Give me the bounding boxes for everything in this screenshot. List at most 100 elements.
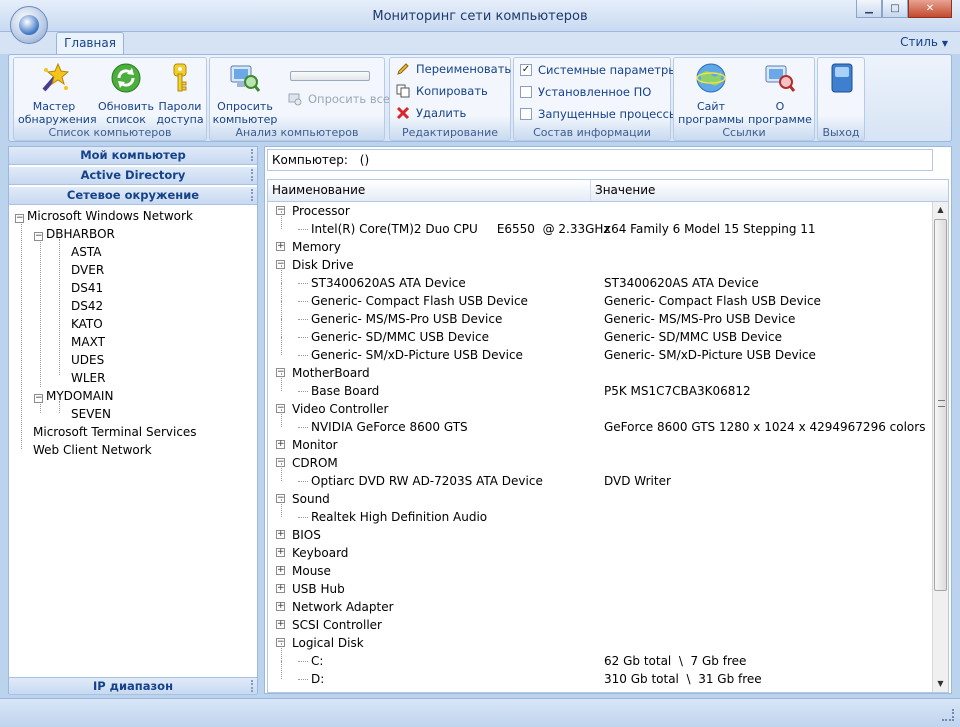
property-row[interactable]: ST3400620AS ATA Device ST3400620AS ATA De…: [268, 265, 932, 292]
tree-node-host[interactable]: DS42: [71, 297, 103, 315]
category-row[interactable]: + BIOS: [268, 526, 932, 544]
category-row[interactable]: + Keyboard: [268, 544, 932, 562]
tree-connector: [281, 337, 282, 355]
property-row[interactable]: Base Board P5K MS1C7CBA3K06812: [268, 373, 932, 400]
tree-connector: [281, 211, 282, 229]
expand-icon[interactable]: +: [276, 584, 285, 593]
property-row[interactable]: Realtek High Definition Audio: [268, 499, 932, 526]
collapse-icon[interactable]: −: [15, 214, 24, 223]
computer-value: (): [359, 153, 370, 167]
pencil-icon: [397, 63, 409, 75]
style-menu[interactable]: Стиль ▼: [900, 35, 948, 49]
tree-connector: [40, 239, 41, 387]
tab-home[interactable]: Главная: [56, 32, 124, 54]
access-passwords-button[interactable]: Пароли доступа: [154, 60, 206, 126]
expand-icon[interactable]: +: [276, 566, 285, 575]
category-row[interactable]: + Mouse: [268, 562, 932, 580]
ribbon-tab-strip: Главная Стиль ▼: [0, 32, 960, 54]
category-row[interactable]: − Disk Drive: [268, 256, 932, 274]
tree-node-host[interactable]: DS41: [71, 279, 103, 297]
property-row[interactable]: C: 62 Gb total \ 7 Gb free: [268, 643, 932, 670]
expand-icon[interactable]: +: [276, 620, 285, 629]
installed-software-checkbox[interactable]: Установленное ПО: [520, 85, 651, 99]
category-row[interactable]: − Processor: [268, 202, 932, 220]
category-row[interactable]: − MotherBoard: [268, 364, 932, 382]
resize-grip-icon[interactable]: [942, 709, 954, 721]
tree-node-host[interactable]: MAXT: [71, 333, 105, 351]
maximize-button[interactable]: □: [882, 0, 908, 18]
expand-icon[interactable]: +: [276, 242, 285, 251]
category-row[interactable]: − Sound: [268, 490, 932, 508]
column-header-value[interactable]: Значение: [590, 180, 934, 201]
program-site-button[interactable]: Сайт программы: [676, 60, 746, 126]
query-all-label: Опросить все: [308, 92, 391, 106]
vertical-scrollbar[interactable]: ▲ ▼: [932, 202, 948, 692]
copy-button[interactable]: Копировать: [396, 84, 488, 98]
property-name: D:: [311, 672, 325, 686]
grip-icon: [251, 149, 254, 161]
property-row[interactable]: Generic- SD/MMC USB Device Generic- SD/MM…: [268, 319, 932, 346]
property-name: Intel(R) Core(TM)2 Duo CPU E6550 @ 2.33G…: [311, 222, 610, 236]
tree-node-mydomain[interactable]: − MYDOMAIN: [34, 387, 113, 405]
system-params-checkbox[interactable]: ✓ Системные параметры: [520, 63, 677, 77]
application-menu-button[interactable]: [10, 6, 48, 44]
query-all-button[interactable]: Опросить все: [288, 92, 390, 106]
sidebar-item-my-computer[interactable]: Мой компьютер: [9, 147, 257, 165]
rename-button[interactable]: Переименовать: [396, 62, 511, 76]
expand-icon[interactable]: +: [276, 440, 285, 449]
category-row[interactable]: + USB Hub: [268, 580, 932, 598]
close-button[interactable]: ✕: [908, 0, 952, 18]
property-value: Generic- MS/MS-Pro USB Device: [604, 312, 796, 326]
tree-node-host[interactable]: UDES: [71, 351, 104, 369]
tree-node-host[interactable]: KATO: [71, 315, 103, 333]
sidebar-item-active-directory[interactable]: Active Directory: [9, 167, 257, 185]
scroll-down-icon[interactable]: ▼: [933, 676, 948, 692]
category-row[interactable]: − Video Controller: [268, 400, 932, 418]
property-row[interactable]: NVIDIA GeForce 8600 GTS GeForce 8600 GTS …: [268, 409, 932, 436]
tree-node-host[interactable]: WLER: [71, 369, 105, 387]
scroll-up-icon[interactable]: ▲: [933, 202, 948, 218]
category-row[interactable]: + SCSI Controller: [268, 616, 932, 634]
tree-connector: [298, 337, 308, 338]
exit-button[interactable]: [824, 60, 860, 100]
scroll-thumb[interactable]: [934, 219, 947, 591]
property-row[interactable]: Intel(R) Core(TM)2 Duo CPU E6550 @ 2.33G…: [268, 211, 932, 238]
about-button[interactable]: О программе: [746, 60, 814, 126]
tree-node-host[interactable]: SEVEN: [71, 405, 111, 423]
discovery-wizard-button[interactable]: Мастер обнаружения: [18, 60, 97, 126]
property-row[interactable]: Generic- Compact Flash USB Device Generic…: [268, 283, 932, 310]
property-row[interactable]: Generic- SM/xD-Picture USB Device Generic…: [268, 337, 932, 364]
running-processes-check: [520, 108, 532, 120]
tree-node-dbharbor[interactable]: − DBHARBOR: [34, 225, 115, 243]
tree-node-ms-network[interactable]: − Microsoft Windows Network: [15, 207, 193, 225]
query-computer-button[interactable]: Опросить компьютер: [212, 60, 278, 126]
refresh-list-button[interactable]: Обновить список: [96, 60, 156, 126]
category-row[interactable]: + Memory: [268, 238, 932, 256]
column-header-name[interactable]: Наименование: [268, 180, 590, 201]
expand-icon[interactable]: +: [276, 548, 285, 557]
category-row[interactable]: + Network Adapter: [268, 598, 932, 616]
minimize-button[interactable]: ▁: [856, 0, 882, 18]
group-label-computers: Список компьютеров: [48, 126, 172, 139]
category-name: Keyboard: [292, 546, 349, 560]
category-row[interactable]: + Monitor: [268, 436, 932, 454]
collapse-icon[interactable]: −: [34, 394, 43, 403]
tree-connector: [298, 661, 308, 662]
collapse-icon[interactable]: −: [34, 232, 43, 241]
expand-icon[interactable]: +: [276, 602, 285, 611]
sidebar-item-ip-range[interactable]: IP диапазон: [9, 677, 257, 695]
tree-node-host[interactable]: ASTA: [71, 243, 101, 261]
tree-node-web-client[interactable]: Web Client Network: [33, 441, 152, 459]
property-row[interactable]: D: 310 Gb total \ 31 Gb free: [268, 661, 932, 688]
tree-node-host[interactable]: DVER: [71, 261, 104, 279]
network-tree: − Microsoft Windows Network − DBHARBOR AST…: [9, 207, 257, 677]
category-row[interactable]: − CDROM: [268, 454, 932, 472]
property-row[interactable]: Optiarc DVD RW AD-7203S ATA Device DVD Wr…: [268, 463, 932, 490]
delete-button[interactable]: Удалить: [396, 106, 466, 120]
property-row[interactable]: Generic- MS/MS-Pro USB Device Generic- MS…: [268, 301, 932, 328]
category-row[interactable]: − Logical Disk: [268, 634, 932, 652]
expand-icon[interactable]: +: [276, 530, 285, 539]
sidebar-item-network[interactable]: Сетевое окружение: [9, 187, 257, 205]
running-processes-checkbox[interactable]: Запущенные процессы: [520, 107, 678, 121]
tree-node-terminal-services[interactable]: Microsoft Terminal Services: [33, 423, 197, 441]
